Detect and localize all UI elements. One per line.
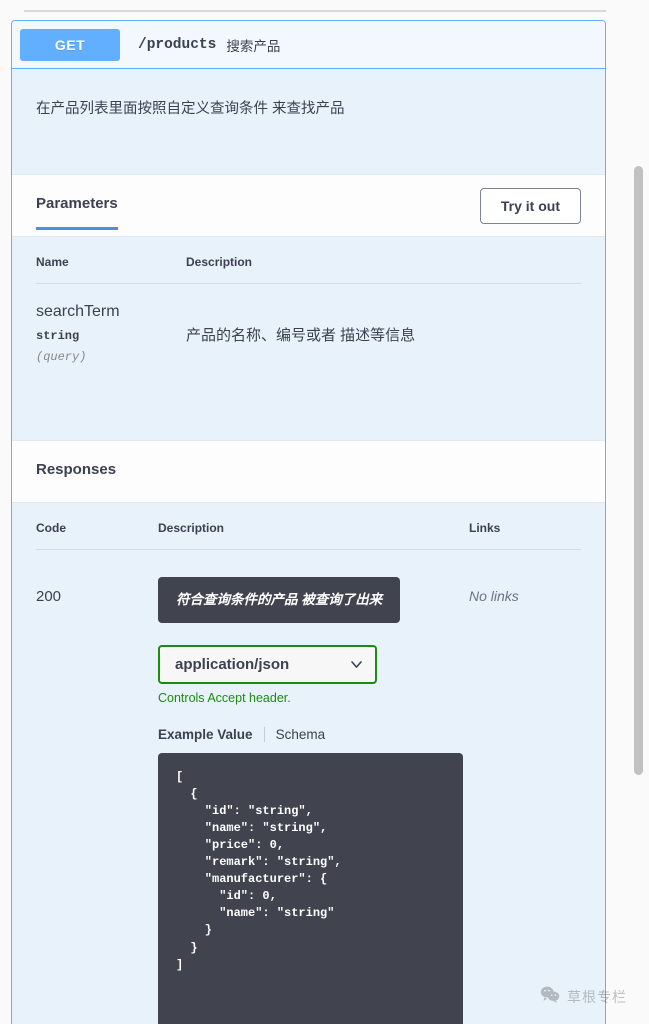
chevron-down-icon xyxy=(350,658,363,671)
example-value-code-block[interactable]: [ { "id": "string", "name": "string", "p… xyxy=(158,753,463,1024)
operation-summary-text: 搜索产品 xyxy=(226,38,281,54)
parameters-table: Name Description searchTerm string (quer… xyxy=(36,255,581,364)
responses-table-header-row: Code Description Links xyxy=(36,521,581,550)
media-type-selected-value: application/json xyxy=(175,656,290,674)
response-code-cell: 200 xyxy=(36,550,158,1024)
responses-col-description: Description xyxy=(158,521,469,550)
parameter-name: searchTerm xyxy=(36,303,120,320)
operation-summary-bar[interactable]: GET /products 搜索产品 xyxy=(12,21,605,69)
responses-title: Responses xyxy=(36,460,117,478)
media-type-row: application/json Controls Accept header. xyxy=(158,645,469,705)
parameter-location: (query) xyxy=(36,350,87,364)
parameter-type: string xyxy=(36,329,80,343)
parameters-col-description: Description xyxy=(186,255,581,284)
parameters-table-header-row: Name Description xyxy=(36,255,581,284)
vertical-scrollbar-thumb[interactable] xyxy=(634,166,643,775)
table-row: searchTerm string (query) 产品的名称、编号或者 描述等… xyxy=(36,284,581,365)
media-type-hint: Controls Accept header. xyxy=(158,691,291,706)
parameters-header: Parameters Try it out xyxy=(12,174,605,237)
response-links: No links xyxy=(469,588,519,604)
tab-example-value[interactable]: Example Value xyxy=(158,727,253,742)
vertical-scrollbar-track[interactable] xyxy=(632,0,647,1024)
response-code: 200 xyxy=(36,588,62,605)
table-row: 200 符合查询条件的产品 被查询了出来 application/json Co… xyxy=(36,550,581,1024)
parameter-name-cell: searchTerm string (query) xyxy=(36,284,186,364)
parameter-description-cell: 产品的名称、编号或者 描述等信息 xyxy=(186,284,581,365)
parameters-table-wrap: Name Description searchTerm string (quer… xyxy=(12,237,605,364)
responses-header: Responses xyxy=(12,440,605,503)
example-tabs-divider xyxy=(263,727,265,743)
operation-panel: GET /products 搜索产品 在产品列表里面按照自定义查询条件 来查找产… xyxy=(11,20,606,1024)
parameters-bottom-spacer xyxy=(12,364,605,440)
media-type-select[interactable]: application/json xyxy=(158,645,377,685)
response-links-cell: No links xyxy=(469,550,581,1024)
responses-table-wrap: Code Description Links 200 符合查询条件的产品 被查询… xyxy=(12,503,605,1024)
tab-schema[interactable]: Schema xyxy=(276,727,326,742)
parameters-title: Parameters xyxy=(36,195,118,230)
section-divider xyxy=(24,10,606,12)
operation-path: /products xyxy=(138,36,217,53)
responses-col-links: Links xyxy=(469,521,581,550)
responses-col-code: Code xyxy=(36,521,158,550)
try-it-out-button[interactable]: Try it out xyxy=(479,187,581,224)
operation-description: 在产品列表里面按照自定义查询条件 来查找产品 xyxy=(12,69,605,174)
parameters-col-name: Name xyxy=(36,255,186,284)
responses-table: Code Description Links 200 符合查询条件的产品 被查询… xyxy=(36,521,581,1024)
parameter-description: 产品的名称、编号或者 描述等信息 xyxy=(186,327,416,344)
response-description: 符合查询条件的产品 被查询了出来 xyxy=(158,577,401,624)
response-description-cell: 符合查询条件的产品 被查询了出来 application/json Contro… xyxy=(158,550,469,1024)
http-method-badge-get: GET xyxy=(20,28,120,61)
example-tabs: Example Value Schema xyxy=(158,727,469,743)
